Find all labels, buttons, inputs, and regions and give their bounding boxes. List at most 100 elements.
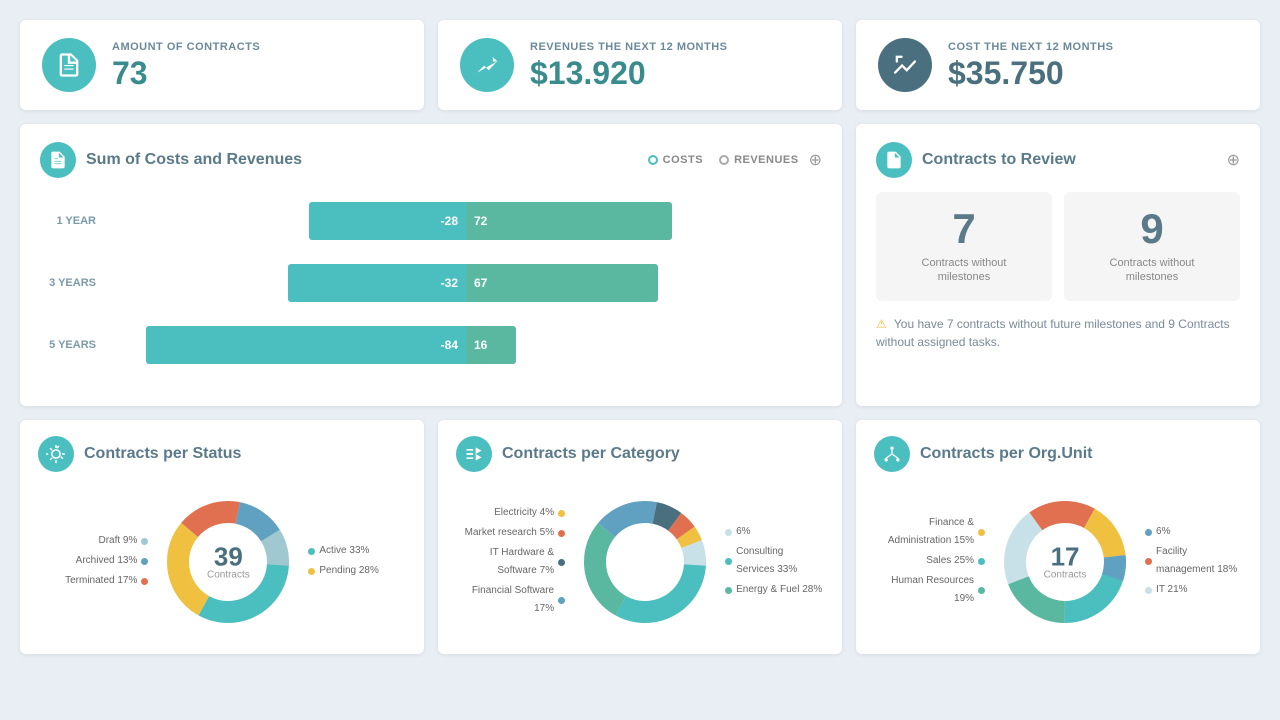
- bar-chart: 1 YEAR -28 72 3 YEARS: [40, 192, 822, 364]
- bar-track-5year: -84 16: [110, 326, 822, 364]
- dashboard: AMOUNT OF CONTRACTS 73 REVENUES THE NEXT…: [20, 20, 1260, 654]
- cat-legend-energy: Energy & Fuel 28%: [725, 581, 824, 599]
- revenues-legend: REVENUES: [719, 154, 799, 166]
- status-legend-left: Draft 9% Archived 13% Terminated 17%: [65, 532, 148, 592]
- bar-row-1year: 1 YEAR -28 72: [40, 202, 822, 240]
- status-legend-draft: Draft 9%: [65, 532, 148, 550]
- orgunit-center-label: Contracts: [1044, 570, 1087, 581]
- kpi-amount-contracts: AMOUNT OF CONTRACTS 73: [20, 20, 424, 110]
- orgunit-legend-right: 6% Facility management 18% IT 21%: [1145, 523, 1242, 601]
- kpi-revenues-label: REVENUES THE NEXT 12 MONTHS: [530, 41, 727, 53]
- kpi-cost-content: COST THE NEXT 12 MONTHS $35.750: [948, 41, 1114, 89]
- bar-label-5year: 5 YEARS: [40, 339, 110, 351]
- orgunit-center-text: 17 Contracts: [1044, 544, 1087, 581]
- status-icon: [38, 436, 74, 472]
- costs-dot: [648, 155, 658, 165]
- bar-row-5year: 5 YEARS -84 16: [40, 326, 822, 364]
- bar-track-3year: -32 67: [110, 264, 822, 302]
- category-header: Contracts per Category: [456, 436, 824, 472]
- bar-neg-3year: -32: [288, 264, 466, 302]
- chart-legend: COSTS REVENUES: [648, 154, 799, 166]
- cat-legend-consulting: Consulting Services 33%: [725, 543, 824, 579]
- cat-legend-financial: Financial Software 17%: [456, 582, 565, 618]
- contracts-to-review-card: Contracts to Review ⊕ 7 Contracts withou…: [856, 124, 1260, 406]
- status-legend-archived: Archived 13%: [65, 552, 148, 570]
- review-header: Contracts to Review ⊕: [876, 142, 1240, 178]
- cat-legend-market: Market research 5%: [456, 524, 565, 542]
- contracts-icon: [42, 38, 96, 92]
- review-label-9: Contracts withoutmilestones: [1080, 256, 1224, 285]
- category-title: Contracts per Category: [502, 445, 824, 463]
- org-legend-facility: Facility management 18%: [1145, 543, 1242, 579]
- orgunit-donut-container: Finance & Administration 15% Sales 25% H…: [874, 486, 1242, 638]
- bar-track-1year: -28 72: [110, 202, 822, 240]
- category-donut: [575, 492, 715, 632]
- status-donut: 39 Contracts: [158, 492, 298, 632]
- bar-pos-1year: 72: [466, 202, 672, 240]
- bar-label-1year: 1 YEAR: [40, 215, 110, 227]
- review-boxes: 7 Contracts withoutmilestones 9 Contract…: [876, 192, 1240, 301]
- cat-legend-other: 6%: [725, 523, 824, 541]
- org-legend-hr: Human Resources 19%: [874, 572, 985, 608]
- review-target-icon[interactable]: ⊕: [1227, 150, 1240, 170]
- orgunit-icon: [874, 436, 910, 472]
- kpi-revenues-content: REVENUES THE NEXT 12 MONTHS $13.920: [530, 41, 727, 89]
- status-legend-active: Active 33%: [308, 542, 379, 560]
- review-title: Contracts to Review: [922, 151, 1217, 169]
- orgunit-donut: 17 Contracts: [995, 492, 1135, 632]
- orgunit-header: Contracts per Org.Unit: [874, 436, 1242, 472]
- revenues-dot: [719, 155, 729, 165]
- warning-icon: ⚠: [876, 317, 887, 331]
- costs-legend: COSTS: [648, 154, 703, 166]
- org-legend-other: 6%: [1145, 523, 1242, 541]
- orgunit-center-num: 17: [1044, 544, 1087, 570]
- bar-label-3year: 3 YEARS: [40, 277, 110, 289]
- status-center-label: Contracts: [207, 570, 250, 581]
- kpi-amount-label: AMOUNT OF CONTRACTS: [112, 41, 260, 53]
- status-title: Contracts per Status: [84, 445, 406, 463]
- sum-costs-icon: [40, 142, 76, 178]
- bar-pos-5year: 16: [466, 326, 516, 364]
- sum-costs-header: Sum of Costs and Revenues COSTS REVENUES…: [40, 142, 822, 178]
- contracts-per-status-card: Contracts per Status Draft 9% Archived 1…: [20, 420, 424, 654]
- bar-row-3year: 3 YEARS -32 67: [40, 264, 822, 302]
- cost-icon: [878, 38, 932, 92]
- kpi-cost-label: COST THE NEXT 12 MONTHS: [948, 41, 1114, 53]
- category-icon: [456, 436, 492, 472]
- review-num-9: 9: [1080, 208, 1224, 250]
- review-warning: ⚠ You have 7 contracts without future mi…: [876, 315, 1240, 351]
- category-donut-container: Electricity 4% Market research 5% IT Har…: [456, 486, 824, 638]
- status-legend-pending: Pending 28%: [308, 562, 379, 580]
- review-num-7: 7: [892, 208, 1036, 250]
- chart-target-icon[interactable]: ⊕: [809, 150, 822, 170]
- kpi-amount-content: AMOUNT OF CONTRACTS 73: [112, 41, 260, 89]
- bar-neg-5year: -84: [146, 326, 466, 364]
- bar-pos-3year: 67: [466, 264, 658, 302]
- review-label-7: Contracts withoutmilestones: [892, 256, 1036, 285]
- contracts-per-orgunit-card: Contracts per Org.Unit Finance & Adminis…: [856, 420, 1260, 654]
- sum-costs-title: Sum of Costs and Revenues: [86, 151, 638, 169]
- sum-costs-revenues-card: Sum of Costs and Revenues COSTS REVENUES…: [20, 124, 842, 406]
- kpi-revenues-value: $13.920: [530, 57, 727, 89]
- status-legend-right: Active 33% Pending 28%: [308, 542, 379, 582]
- contracts-per-category-card: Contracts per Category Electricity 4% Ma…: [438, 420, 842, 654]
- category-legend-left: Electricity 4% Market research 5% IT Har…: [456, 504, 565, 620]
- orgunit-legend-left: Finance & Administration 15% Sales 25% H…: [874, 514, 985, 610]
- review-box-9: 9 Contracts withoutmilestones: [1064, 192, 1240, 301]
- revenues-icon: [460, 38, 514, 92]
- status-center-num: 39: [207, 544, 250, 570]
- review-icon: [876, 142, 912, 178]
- orgunit-title: Contracts per Org.Unit: [920, 445, 1242, 463]
- cat-legend-it: IT Hardware & Software 7%: [456, 544, 565, 580]
- status-legend-terminated: Terminated 17%: [65, 572, 148, 590]
- status-header: Contracts per Status: [38, 436, 406, 472]
- status-donut-container: Draft 9% Archived 13% Terminated 17%: [38, 486, 406, 638]
- review-box-7: 7 Contracts withoutmilestones: [876, 192, 1052, 301]
- org-legend-sales: Sales 25%: [874, 552, 985, 570]
- kpi-cost: COST THE NEXT 12 MONTHS $35.750: [856, 20, 1260, 110]
- org-legend-it: IT 21%: [1145, 581, 1242, 599]
- bar-neg-1year: -28: [309, 202, 466, 240]
- category-legend-right: 6% Consulting Services 33% Energy & Fuel…: [725, 523, 824, 601]
- cat-legend-electricity: Electricity 4%: [456, 504, 565, 522]
- kpi-cost-value: $35.750: [948, 57, 1114, 89]
